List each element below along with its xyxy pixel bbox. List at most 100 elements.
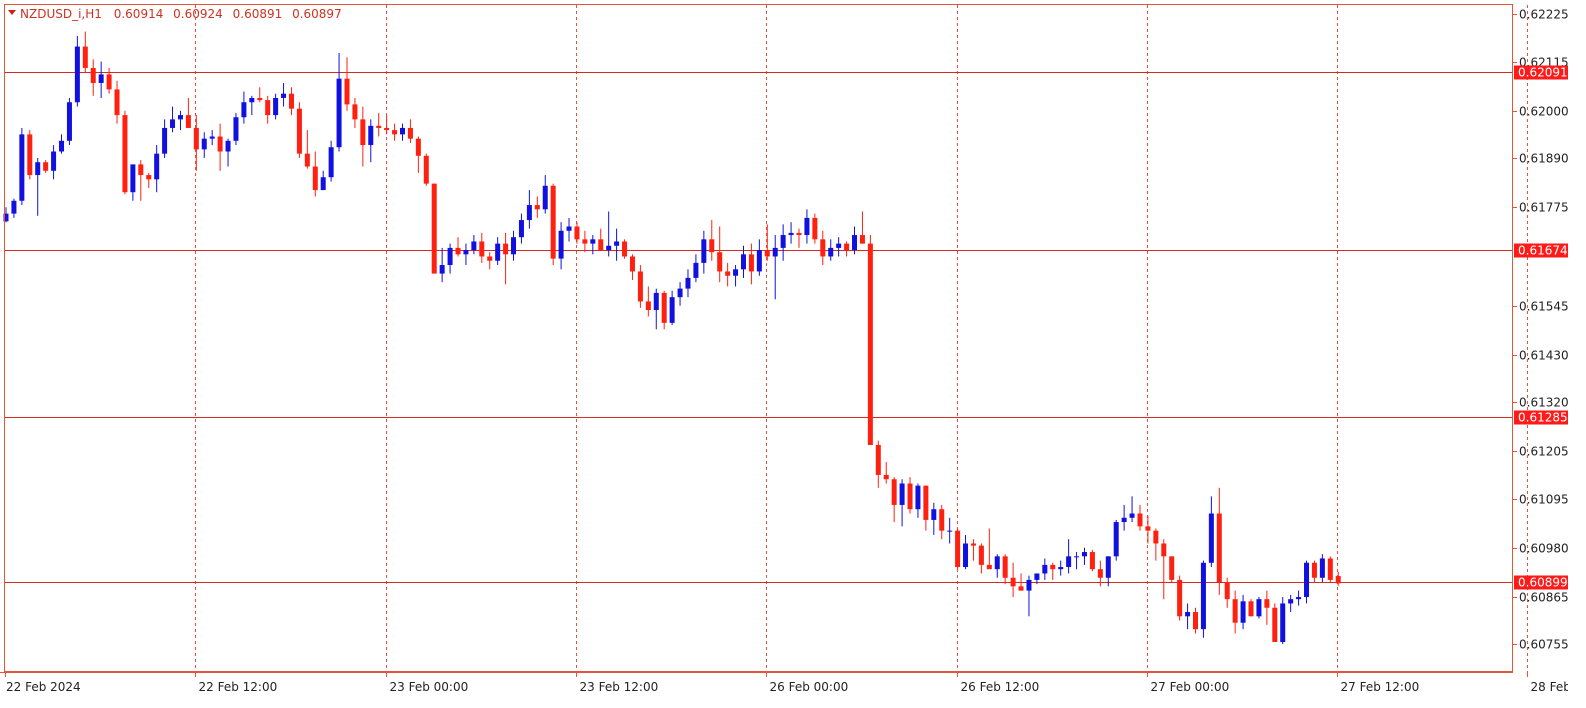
time-tick-label: 23 Feb 12:00	[580, 680, 659, 694]
candle-body	[170, 119, 176, 128]
candle-body	[701, 239, 707, 263]
candle-body	[955, 530, 961, 568]
candle-body	[740, 254, 746, 270]
price-tick-label: 0.60755	[1519, 638, 1568, 652]
candle-body	[590, 239, 596, 244]
time-tick-label: 28 Feb 00:00	[1531, 680, 1569, 694]
candle-body	[1081, 552, 1087, 557]
candle-body	[471, 241, 477, 251]
candle-body	[661, 292, 667, 323]
candle-body	[622, 241, 628, 257]
candle-body	[606, 245, 612, 251]
candle-body	[1137, 513, 1143, 527]
candle-body	[796, 232, 802, 236]
candle-body	[812, 217, 818, 240]
candle-body	[1161, 543, 1167, 557]
candle-body	[994, 556, 1000, 570]
candle-body	[463, 250, 469, 255]
candle-body	[447, 247, 453, 266]
candle-body	[1248, 601, 1254, 617]
candle-body	[233, 117, 239, 141]
candle-body	[907, 483, 913, 510]
candle-body	[1232, 599, 1238, 623]
candle-body	[685, 277, 691, 289]
candle-body	[368, 125, 374, 146]
price-tick-label: 0.60980	[1519, 542, 1568, 556]
candle-body	[415, 138, 421, 156]
candle-body	[455, 247, 461, 255]
candle-body	[1327, 558, 1333, 580]
candle-body	[598, 239, 604, 251]
candle-body	[764, 250, 770, 257]
candle-body	[265, 100, 271, 116]
candle-body	[511, 237, 517, 255]
candle-body	[947, 530, 953, 532]
candle-body	[717, 252, 723, 272]
price-tick-label: 0.62000	[1519, 105, 1568, 119]
candle-body	[970, 543, 976, 546]
candle-body	[923, 485, 929, 520]
candle-body	[1034, 573, 1040, 580]
price-axis[interactable]: 0.622250.621150.620000.618900.617750.615…	[1512, 4, 1569, 672]
candle-body	[1050, 564, 1056, 570]
level-label: 0.60899	[1518, 576, 1568, 590]
candle-body	[217, 136, 223, 152]
candle-body	[1121, 517, 1127, 523]
candle-body	[281, 93, 287, 98]
candle-body	[27, 134, 33, 176]
low-value: 0.60891	[233, 7, 283, 21]
candle-body	[146, 175, 152, 180]
candle-body	[820, 239, 826, 257]
candle-body	[74, 46, 80, 103]
candle-body	[931, 509, 937, 520]
candle-body	[733, 269, 739, 276]
time-tick-label: 27 Feb 12:00	[1341, 680, 1420, 694]
open-value: 0.60914	[114, 7, 164, 21]
candle-body	[1129, 513, 1135, 518]
candle-body	[296, 108, 302, 154]
candle-body	[193, 127, 199, 150]
candle-body	[986, 564, 992, 570]
candle-body	[669, 297, 675, 323]
candle-body	[614, 241, 620, 246]
chart-header: NZDUSD_i,H1 0.60914 0.60924 0.60891 0.60…	[8, 7, 342, 21]
candle-body	[883, 474, 889, 480]
candle-body	[122, 115, 128, 193]
candle-body	[1113, 522, 1119, 557]
candle-body	[1296, 597, 1302, 600]
candle-body	[1319, 558, 1325, 578]
candle-body	[495, 243, 501, 261]
candle-body	[201, 138, 207, 150]
chart-window[interactable]: 0.62225 0.62115 0.62000 0.61890 0.61775 0.615…	[0, 0, 1586, 699]
candle-body	[82, 46, 88, 68]
candle-body	[780, 235, 786, 248]
candle-body	[177, 115, 183, 120]
candle-body	[788, 232, 794, 236]
candlestick-chart[interactable]: 0.622250.621150.620000.618900.617750.615…	[0, 0, 1586, 699]
level-labels: 0.62091 0.61674 0.61285 0.60899	[1514, 65, 1568, 590]
plot-area[interactable]	[0, 0, 1513, 672]
candle-body	[328, 147, 334, 178]
candle-body	[1066, 556, 1072, 568]
candle-body	[1089, 552, 1095, 570]
high-value: 0.60924	[173, 7, 223, 21]
candle-body	[756, 250, 762, 272]
candle-body	[185, 115, 191, 128]
candle-body	[376, 125, 382, 128]
candle-body	[360, 119, 366, 146]
candle-body	[90, 67, 96, 83]
candle-body	[66, 102, 72, 141]
candle-body	[114, 89, 120, 116]
candle-body	[978, 545, 984, 565]
candle-body	[106, 74, 112, 90]
time-axis[interactable]: 22 Feb 2024 22 Feb 12:00 23 Feb 00:00 23 Fe…	[0, 672, 1586, 694]
time-tick-label: 27 Feb 00:00	[1151, 680, 1230, 694]
candle-body	[629, 256, 635, 272]
candle-body	[875, 444, 881, 475]
candle-body	[852, 235, 858, 251]
candle-body	[336, 78, 342, 148]
candle-body	[1058, 567, 1064, 570]
candle-body	[431, 183, 437, 274]
candle-body	[725, 271, 731, 276]
candle-body	[1074, 556, 1080, 558]
